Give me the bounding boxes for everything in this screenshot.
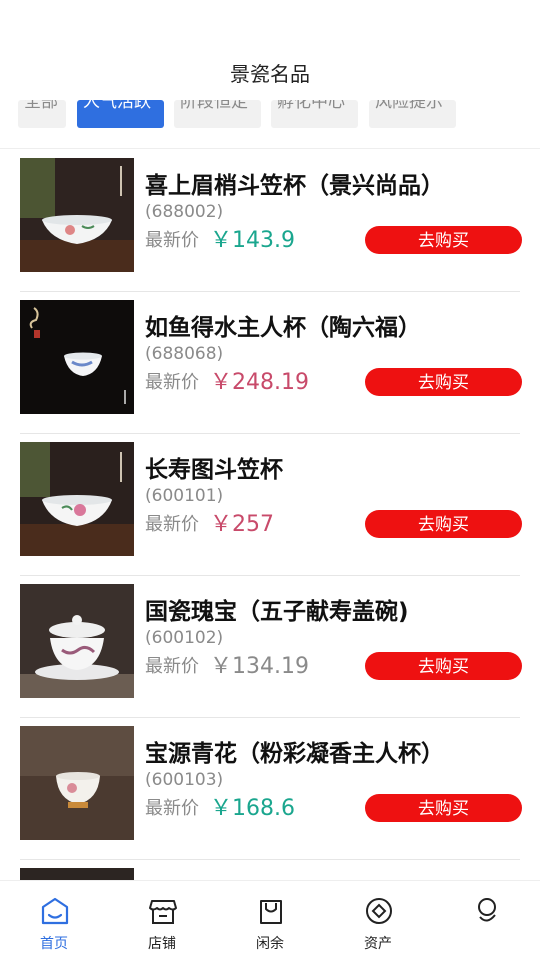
list-item[interactable]: 国瓷瑰宝（五子献寿盖碗) (600102) 最新价 ￥134.19 去购买 [0, 576, 540, 718]
nav-home[interactable]: 首页 [0, 881, 108, 961]
nav-label: 首页 [40, 936, 68, 952]
product-image [20, 726, 134, 840]
asset-icon [366, 898, 392, 924]
product-image [20, 300, 134, 414]
price-label: 最新价 [145, 514, 199, 535]
list-item[interactable]: 宝源青花（粉彩凝香主人杯） (600103) 最新价 ￥168.6 去购买 [0, 718, 540, 860]
list-item[interactable]: 长寿图斗笠杯 (600101) 最新价 ￥257 去购买 [0, 434, 540, 576]
nav-profile[interactable] [432, 881, 540, 961]
nav-shop[interactable]: 店铺 [108, 881, 216, 961]
product-image [20, 868, 134, 880]
product-price: ￥143.9 [210, 228, 295, 253]
product-code: (688002) [145, 202, 224, 222]
product-price: ￥248.19 [210, 370, 309, 395]
product-image [20, 158, 134, 272]
price-label: 最新价 [145, 372, 199, 393]
nav-label: 闲余 [256, 936, 284, 952]
buy-button[interactable]: 去购买 [365, 226, 522, 254]
category-tabs: 全部 人气活跃 阶段恒定 孵化中心 风险提示 [0, 100, 540, 128]
nav-assets[interactable]: 资产 [324, 881, 432, 961]
tab-popular[interactable]: 人气活跃 [77, 100, 164, 128]
nav-label: 店铺 [148, 936, 176, 952]
product-price: ￥168.6 [210, 796, 295, 821]
list-item[interactable]: 如鱼得水主人杯（陶六福） (688068) 最新价 ￥248.19 去购买 [0, 292, 540, 434]
buy-button[interactable]: 去购买 [365, 510, 522, 538]
home-icon [41, 897, 69, 925]
price-label: 最新价 [145, 656, 199, 677]
nav-idle[interactable]: 闲余 [216, 881, 324, 961]
product-code: (600102) [145, 628, 224, 648]
list-item[interactable]: 喜上眉梢斗笠杯（景兴尚品） (688002) 最新价 ￥143.9 去购买 [0, 150, 540, 292]
bag-icon [260, 900, 282, 924]
shop-icon [149, 900, 177, 924]
product-price: ￥257 [210, 512, 274, 537]
product-code: (600101) [145, 486, 224, 506]
price-label: 最新价 [145, 798, 199, 819]
price-label: 最新价 [145, 230, 199, 251]
product-list: 喜上眉梢斗笠杯（景兴尚品） (688002) 最新价 ￥143.9 去购买 如鱼… [0, 150, 540, 880]
product-name: 宝源青花（粉彩凝香主人杯） [145, 741, 444, 767]
bottom-tab-bar: 首页 店铺 闲余 资产 [0, 880, 540, 961]
product-name: 国瓷瑰宝（五子献寿盖碗) [145, 599, 409, 625]
profile-icon [478, 898, 496, 922]
product-name: 长寿图斗笠杯 [145, 457, 283, 483]
product-name: 喜上眉梢斗笠杯（景兴尚品） [145, 173, 444, 199]
product-price: ￥134.19 [210, 654, 309, 679]
buy-button[interactable]: 去购买 [365, 368, 522, 396]
product-image [20, 584, 134, 698]
product-name: 如鱼得水主人杯（陶六福） [145, 315, 421, 341]
tab-stable[interactable]: 阶段恒定 [174, 100, 261, 128]
buy-button[interactable]: 去购买 [365, 652, 522, 680]
divider [0, 148, 540, 149]
tab-risk[interactable]: 风险提示 [369, 100, 456, 128]
tab-incubation[interactable]: 孵化中心 [271, 100, 358, 128]
product-code: (600103) [145, 770, 224, 790]
list-item[interactable] [0, 860, 540, 880]
product-code: (688068) [145, 344, 224, 364]
header: 景瓷名品 [0, 0, 540, 100]
product-image [20, 442, 134, 556]
buy-button[interactable]: 去购买 [365, 794, 522, 822]
page-title: 景瓷名品 [230, 62, 310, 86]
nav-label: 资产 [364, 936, 392, 952]
tab-all[interactable]: 全部 [18, 100, 66, 128]
